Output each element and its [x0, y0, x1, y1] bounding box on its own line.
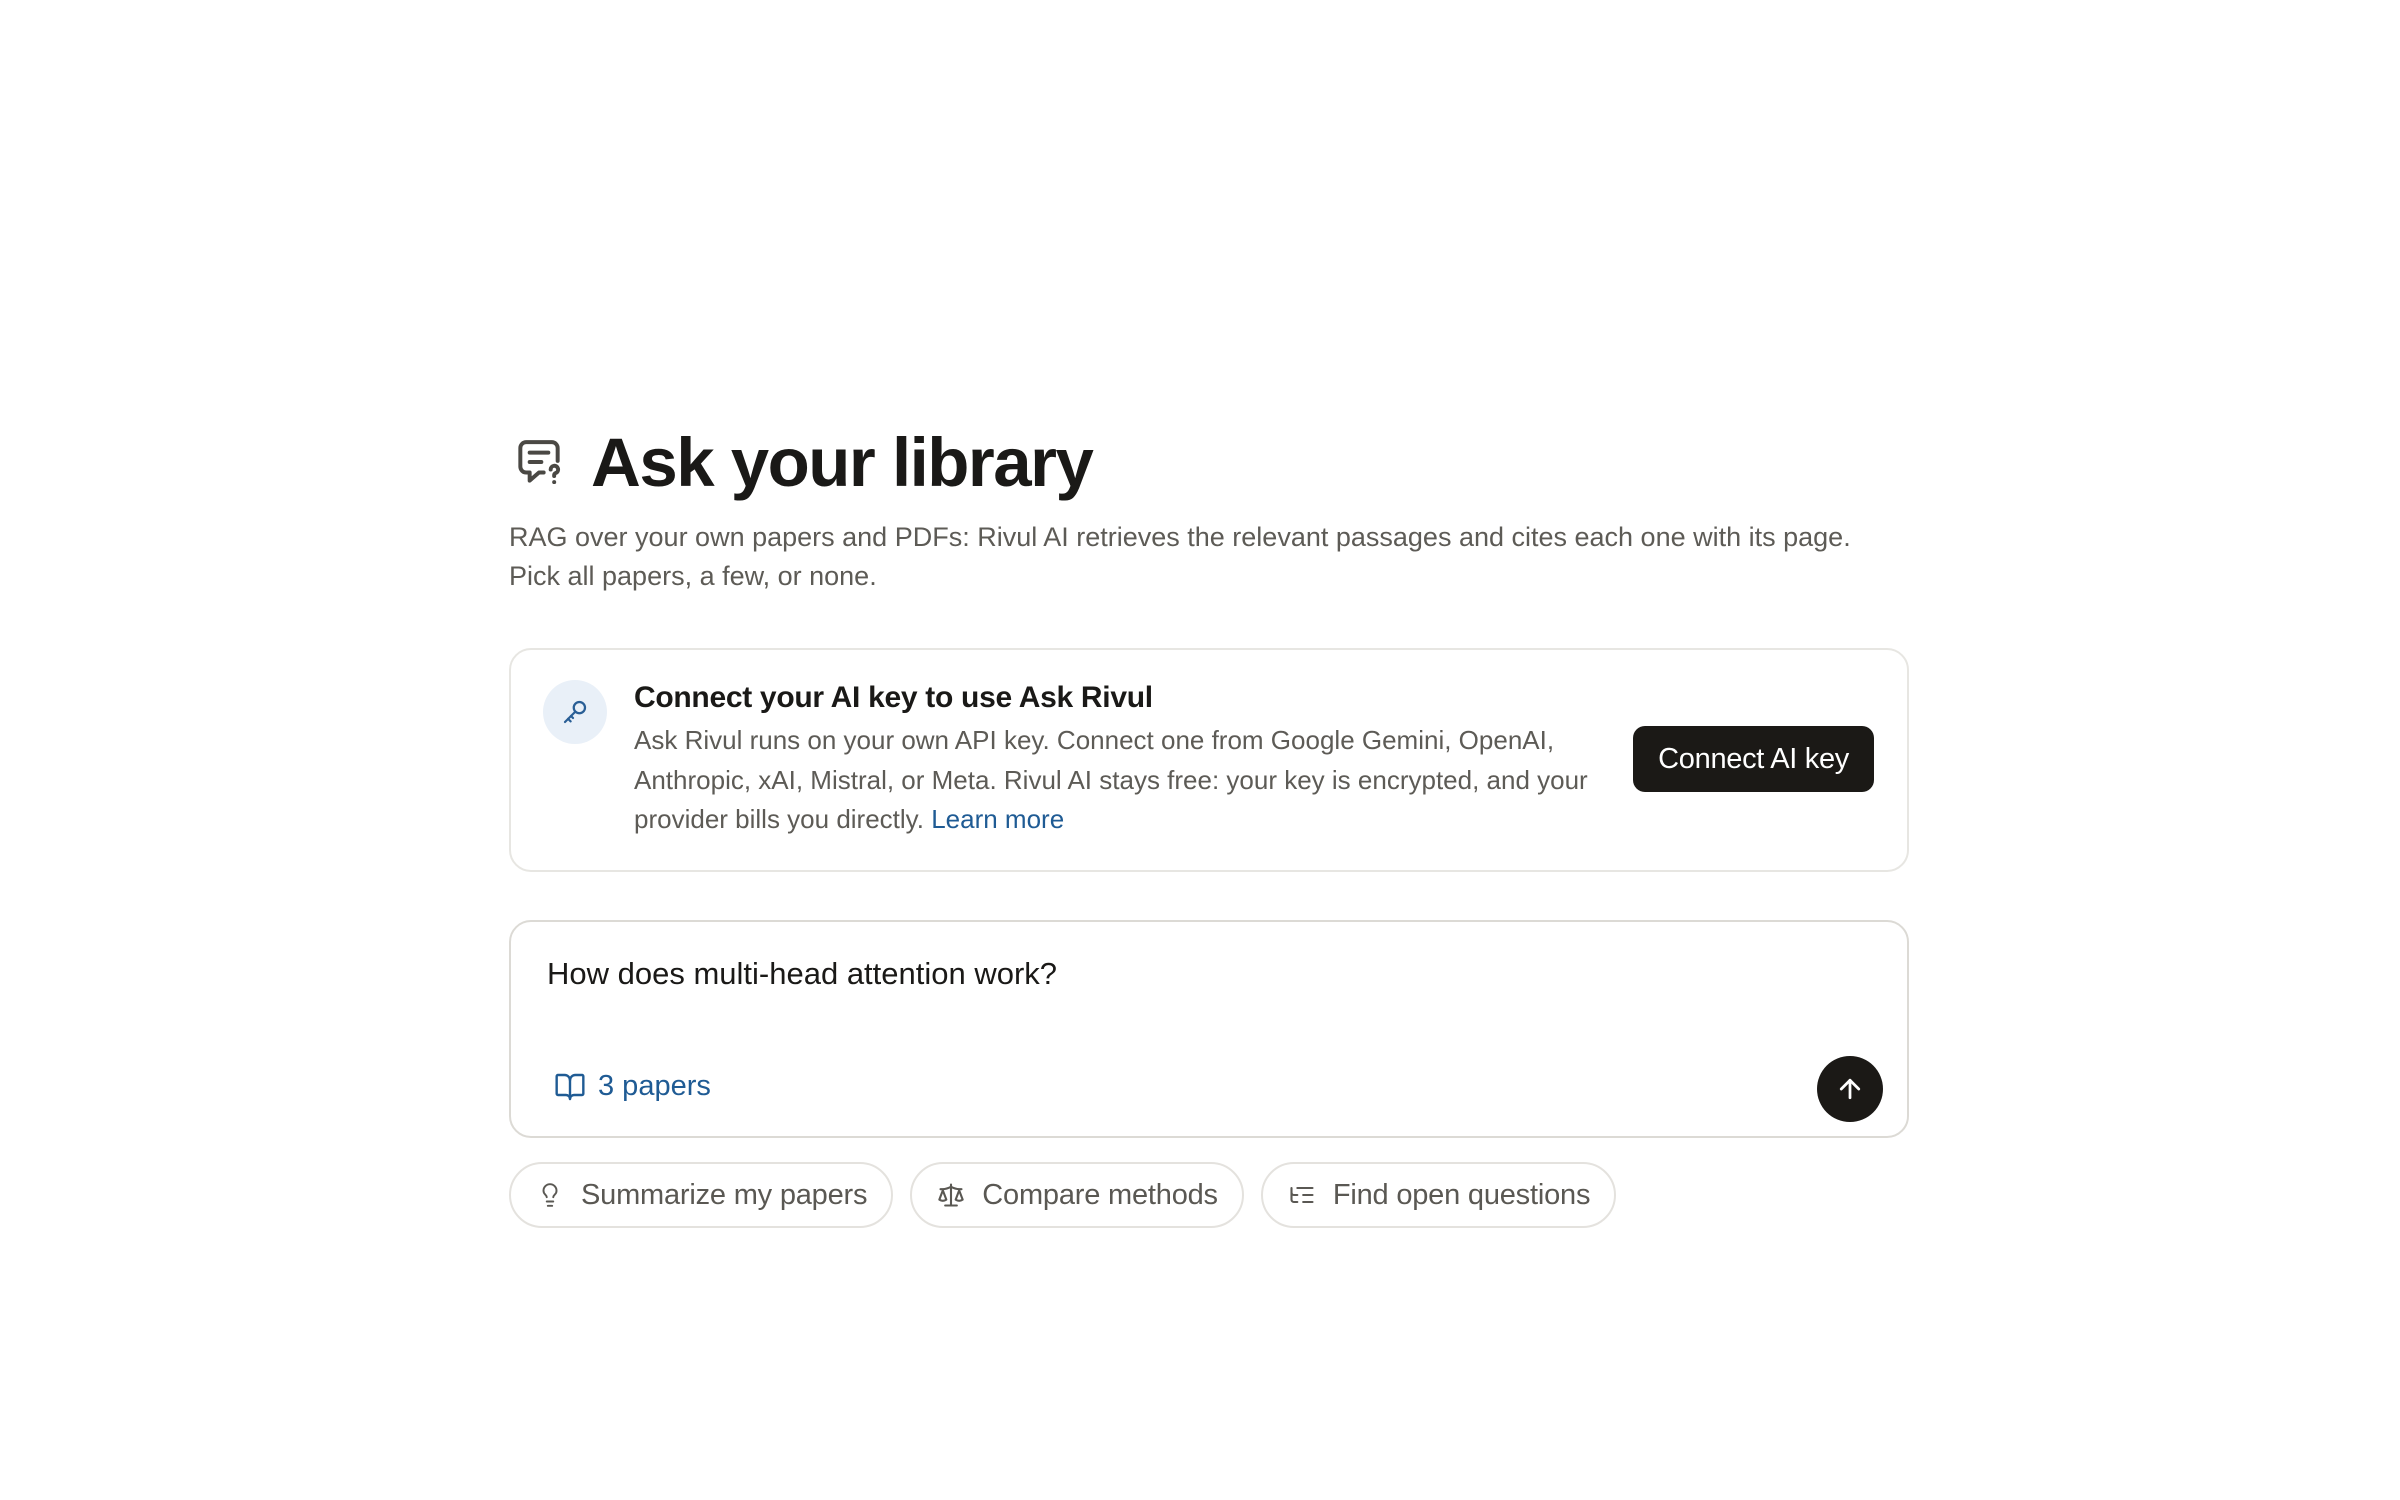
- ask-library-page: Ask your library RAG over your own paper…: [0, 0, 2400, 1500]
- book-open-icon: [554, 1071, 586, 1103]
- suggestion-chips: Summarize my papers Compare methods Find…: [509, 1162, 1909, 1228]
- learn-more-link[interactable]: Learn more: [931, 804, 1064, 834]
- suggestion-label: Find open questions: [1332, 1178, 1591, 1211]
- suggestion-label: Summarize my papers: [581, 1178, 868, 1211]
- suggestion-label: Compare methods: [982, 1178, 1218, 1211]
- connect-card-title: Connect your AI key to use Ask Rivul: [634, 681, 1153, 714]
- send-button[interactable]: [1817, 1056, 1883, 1122]
- page-subtitle: RAG over your own papers and PDFs: Rivul…: [509, 522, 1851, 591]
- ask-box: 3 papers: [509, 920, 1909, 1138]
- key-icon: [543, 680, 607, 744]
- suggestion-open-questions[interactable]: Find open questions: [1260, 1162, 1617, 1228]
- connect-ai-key-button[interactable]: Connect AI key: [1633, 726, 1874, 792]
- question-input[interactable]: [547, 950, 1847, 998]
- main-content: Ask your library RAG over your own paper…: [509, 420, 1909, 1228]
- paper-scope-label: 3 papers: [598, 1070, 711, 1102]
- chat-question-icon: [509, 432, 569, 492]
- suggestion-summarize[interactable]: Summarize my papers: [509, 1162, 894, 1228]
- list-tree-icon: [1287, 1180, 1317, 1210]
- page-title: Ask your library: [591, 423, 1094, 501]
- connect-card-text: Connect your AI key to use Ask Rivul Ask…: [634, 680, 1594, 840]
- arrow-up-icon: [1835, 1074, 1865, 1104]
- suggestion-compare[interactable]: Compare methods: [910, 1162, 1244, 1228]
- lightbulb-icon: [535, 1180, 565, 1210]
- connect-ai-key-card: Connect your AI key to use Ask Rivul Ask…: [509, 648, 1909, 872]
- scale-icon: [936, 1180, 966, 1210]
- title-row: Ask your library: [509, 420, 1909, 504]
- connect-card-description: Ask Rivul runs on your own API key. Conn…: [634, 725, 1588, 834]
- connect-card-body: Ask Rivul runs on your own API key. Conn…: [634, 721, 1594, 840]
- paper-scope-selector[interactable]: 3 papers: [554, 1070, 711, 1103]
